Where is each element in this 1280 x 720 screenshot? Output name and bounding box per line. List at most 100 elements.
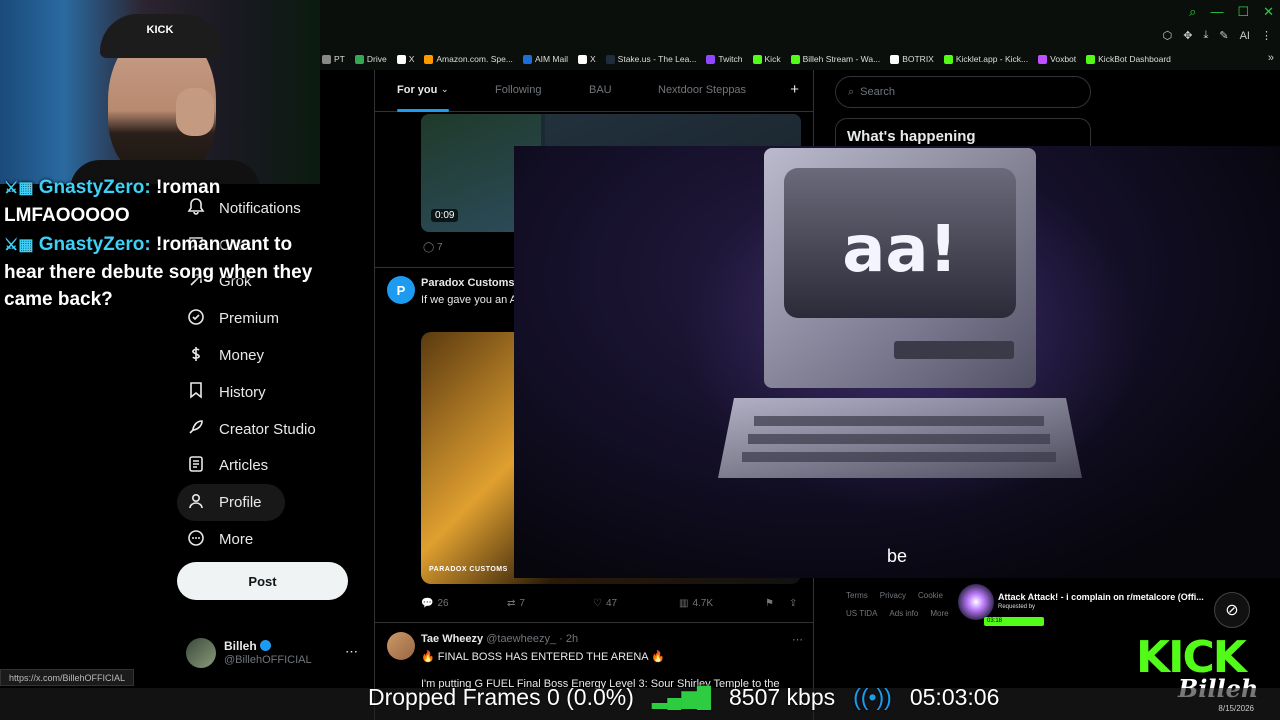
footer-link[interactable]: More <box>930 609 948 618</box>
chat-message: ⚔▦ GnastyZero: !roman want to hear there… <box>4 231 324 313</box>
brand-watermark: PARADOX CUSTOMS <box>429 566 508 573</box>
chat-overlay: ⚔▦ GnastyZero: !roman LMFAOOOOO ⚔▦ Gnast… <box>4 174 324 313</box>
sidebar-item-creator-studio[interactable]: Creator Studio <box>177 411 367 448</box>
footer-link[interactable]: Privacy <box>880 591 906 600</box>
bookmark-button[interactable]: ⚑ <box>765 598 774 609</box>
bookmark-item[interactable]: AIM Mail <box>522 54 568 64</box>
status-bar-url: https://x.com/BillehOFFICIAL <box>0 669 135 686</box>
webcam-feed: KICK <box>0 0 320 184</box>
post-button[interactable]: Post <box>177 562 348 600</box>
account-handle: @BillehOFFICIAL <box>224 654 312 666</box>
requested-by: Requested by <box>998 604 1036 610</box>
tweet-text: 🔥 FINAL BOSS HAS ENTERED THE ARENA 🔥 <box>421 651 665 663</box>
tab-following[interactable]: Following <box>495 84 541 96</box>
tab-nextdoor-steppas[interactable]: Nextdoor Steppas <box>658 84 746 96</box>
album-art <box>958 584 994 620</box>
tweet-author[interactable]: Tae Wheezy <box>421 633 483 645</box>
now-playing-widget: Attack Attack! - i complain on r/metalco… <box>958 584 1218 628</box>
tweet-author[interactable]: Paradox Customs <box>421 277 515 289</box>
maximize-icon[interactable]: ☐ <box>1237 4 1249 20</box>
bookmark-item[interactable]: BOTRIX <box>890 54 934 64</box>
chevron-down-icon[interactable]: ⌄ <box>441 84 449 95</box>
song-title: Attack Attack! - i complain on r/metalco… <box>998 592 1204 602</box>
search-icon[interactable]: ⌕ <box>1189 4 1196 20</box>
favicon-icon <box>396 54 406 64</box>
bookmark-item[interactable]: Kicklet.app - Kick... <box>943 54 1028 64</box>
puzzle-icon[interactable]: ✥ <box>1183 29 1192 42</box>
edit-icon[interactable]: ✎ <box>1219 29 1228 42</box>
footer-link[interactable]: US TIDA <box>846 609 877 618</box>
sidebar-item-more[interactable]: More <box>177 521 367 558</box>
avatar[interactable] <box>387 632 415 660</box>
tweet-divider <box>375 622 813 623</box>
favicon-icon <box>578 54 587 64</box>
tweet-more-icon[interactable]: ⋯ <box>792 633 803 646</box>
tab-bau[interactable]: BAU <box>589 84 612 96</box>
footer-link[interactable]: Terms <box>846 591 868 600</box>
bookmark-item[interactable]: Voxbot <box>1038 54 1076 64</box>
chat-username: GnastyZero: <box>38 234 151 255</box>
no-music-icon: ⊘ <box>1214 592 1250 628</box>
favicon-icon <box>1086 54 1096 64</box>
bookmark-icon <box>187 381 205 403</box>
bookmarks-bar: PT Drive X Amazon.com. Spe... AIM Mail X Stake… <box>320 48 1280 70</box>
favicon-icon <box>322 54 331 64</box>
sidebar-item-label: Creator Studio <box>219 420 316 438</box>
reply-button[interactable]: 💬 26 <box>421 598 449 609</box>
avatar[interactable]: P <box>387 276 415 304</box>
avatar <box>186 638 216 668</box>
account-switcher[interactable]: Billeh @BillehOFFICIAL ⋯ <box>186 638 366 672</box>
retro-computer-image: aa! <box>718 148 1082 478</box>
favicon-icon <box>706 54 716 64</box>
bookmark-item[interactable]: X <box>396 54 414 64</box>
favicon-icon <box>943 54 953 64</box>
search-input[interactable]: ⌕ Search <box>835 76 1091 108</box>
minimize-icon[interactable]: — <box>1210 4 1223 20</box>
more-icon <box>187 529 205 551</box>
sidebar-item-history[interactable]: History <box>177 374 367 411</box>
bookmark-item[interactable]: PT <box>322 54 345 64</box>
menu-icon[interactable]: ⋮ <box>1261 29 1272 42</box>
sidebar-item-money[interactable]: Money <box>177 337 367 374</box>
footer-link[interactable]: Ads info <box>889 609 918 618</box>
footer-link[interactable]: Cookie <box>918 591 943 600</box>
favicon-icon <box>752 54 762 64</box>
extension-icon[interactable]: ⬡ <box>1163 29 1173 42</box>
tweet-handle[interactable]: @taewheezy_ <box>486 633 556 645</box>
uptime: 05:03:06 <box>909 684 1000 710</box>
repost-button[interactable]: ⇄ 7 <box>507 598 525 609</box>
tweet-actions: 💬 26 ⇄ 7 ♡ 47 ▥ 4.7K ⚑ ⇪ <box>421 598 809 614</box>
reply-count[interactable]: ◯ 7 <box>423 242 443 253</box>
like-button[interactable]: ♡ 47 <box>593 598 617 609</box>
signal-bars-icon: ▂▄▆█ <box>651 687 711 709</box>
share-button[interactable]: ⇪ <box>789 598 797 609</box>
add-tab-icon[interactable]: + <box>790 81 799 98</box>
bookmark-item[interactable]: X <box>578 54 596 64</box>
sidebar-item-articles[interactable]: Articles <box>177 448 367 485</box>
tab-for-you[interactable]: For you <box>397 84 437 96</box>
bookmark-item[interactable]: Billeh Stream - Wa... <box>790 54 880 64</box>
favicon-icon <box>354 54 364 64</box>
sidebar-item-label: History <box>219 383 266 401</box>
sidebar-item-profile[interactable]: Profile <box>177 484 285 522</box>
bookmark-item[interactable]: Twitch <box>706 54 743 64</box>
bookmark-item[interactable]: Drive <box>354 54 387 64</box>
download-icon[interactable]: ⤓ <box>1204 29 1209 42</box>
bookmark-item[interactable]: KickBot Dashboard <box>1086 54 1171 64</box>
close-icon[interactable]: ✕ <box>1263 4 1274 20</box>
favicon-icon <box>1038 54 1048 64</box>
timeline-tabs: For you ⌄ Following BAU Nextdoor Steppas… <box>375 70 813 112</box>
more-icon[interactable]: ⋯ <box>345 644 358 660</box>
hand <box>176 88 214 136</box>
favicon-icon <box>605 54 615 64</box>
sword-badge-icon: ⚔▦ <box>4 237 34 254</box>
extensions-bar: ⬡ ✥ ⤓ ✎ AI ⋮ <box>320 26 1280 48</box>
video-overlay: aa! be <box>514 146 1280 578</box>
bookmark-item[interactable]: Kick <box>752 54 781 64</box>
bookmark-item[interactable]: Amazon.com. Spe... <box>424 54 513 64</box>
chevron-right-icon[interactable]: » <box>1268 52 1274 64</box>
bookmark-item[interactable]: Stake.us - The Lea... <box>605 54 696 64</box>
ai-icon[interactable]: AI <box>1240 30 1250 42</box>
views-button[interactable]: ▥ 4.7K <box>679 598 713 609</box>
chat-message: ⚔▦ GnastyZero: !roman LMFAOOOOO <box>4 174 324 229</box>
